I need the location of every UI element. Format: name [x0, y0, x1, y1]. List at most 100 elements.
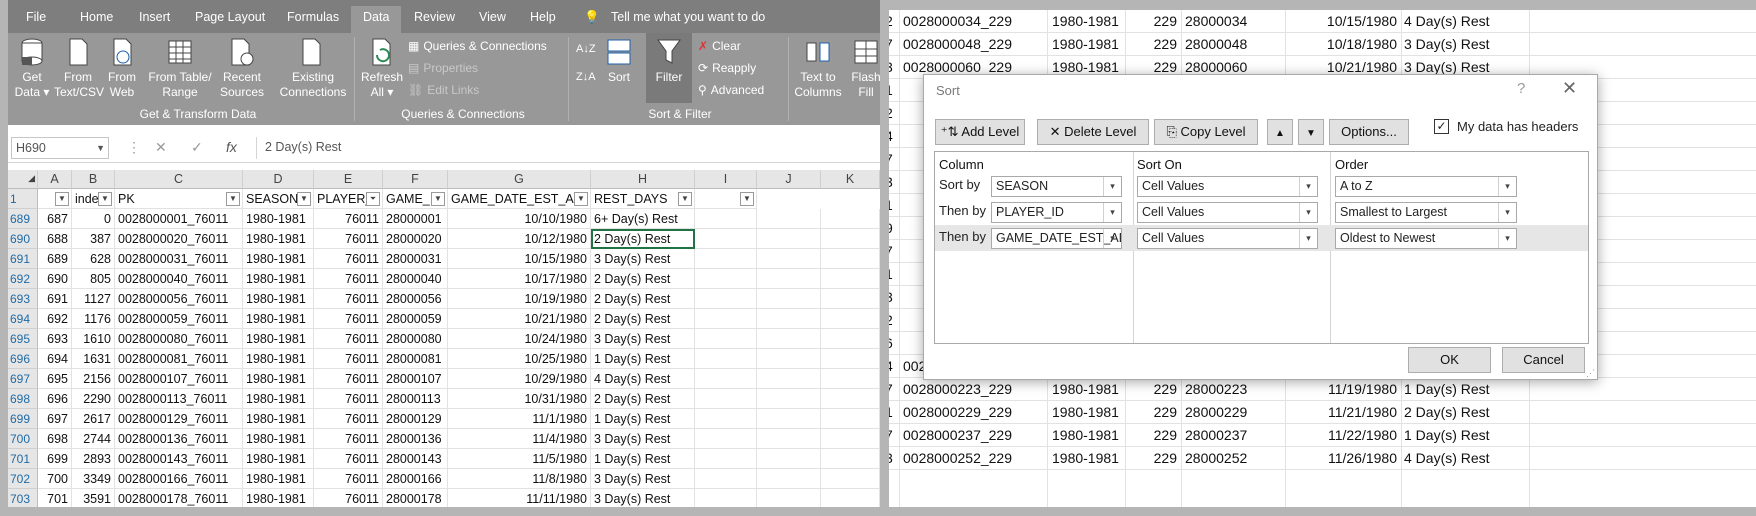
cell-season[interactable]: 1980-1981: [1052, 401, 1119, 424]
cell-h[interactable]: 2 Day(s) Rest: [591, 309, 695, 329]
formula-input[interactable]: 2 Day(s) Rest: [256, 137, 876, 159]
empty-cell[interactable]: [821, 269, 880, 289]
cell-f[interactable]: 28000056: [383, 289, 448, 309]
header-cell-a[interactable]: ▼: [38, 189, 72, 209]
cell-season[interactable]: 1980-1981: [1052, 424, 1119, 447]
cell-f[interactable]: 28000113: [383, 389, 448, 409]
cell-a[interactable]: 687: [38, 209, 72, 229]
tab-home[interactable]: Home: [80, 10, 113, 24]
filter-dropdown-icon[interactable]: ▼: [431, 192, 445, 206]
cell-lead[interactable]: 7: [889, 33, 893, 56]
cell-f[interactable]: 28000059: [383, 309, 448, 329]
tab-formulas[interactable]: Formulas: [287, 10, 339, 24]
cell-a[interactable]: 700: [38, 469, 72, 489]
cell-e[interactable]: 76011: [314, 349, 383, 369]
cell-c[interactable]: 0028000080_76011: [115, 329, 243, 349]
copy-level-button[interactable]: ⎘ Copy Level: [1154, 119, 1258, 145]
cell-lead[interactable]: 3: [889, 286, 893, 309]
existing-connections-button[interactable]: Existing Connections: [278, 37, 348, 100]
header-cell-e[interactable]: PLAYER_ ⏷: [314, 189, 383, 209]
cell-c[interactable]: 0028000166_76011: [115, 469, 243, 489]
column-header-f[interactable]: F: [383, 170, 448, 189]
cell-d[interactable]: 1980-1981: [243, 389, 314, 409]
sort-level-row[interactable]: Then by PLAYER_ID ▾ Cell Values ▾ Smallest…: [935, 199, 1588, 225]
cell-date[interactable]: 10/15/1980: [1327, 10, 1397, 33]
move-down-button[interactable]: ▼: [1298, 119, 1324, 145]
cell-pk[interactable]: 0028000229_229: [903, 401, 1012, 424]
cell-d[interactable]: 1980-1981: [243, 209, 314, 229]
cell-f[interactable]: 28000129: [383, 409, 448, 429]
empty-cell[interactable]: [757, 409, 821, 429]
cell-a[interactable]: 698: [38, 429, 72, 449]
header-cell-d[interactable]: SEASON ▼: [243, 189, 314, 209]
cell-g[interactable]: 11/11/1980: [448, 489, 591, 507]
row-header[interactable]: 1: [8, 189, 38, 209]
empty-cell[interactable]: [757, 329, 821, 349]
row-header[interactable]: 698: [8, 389, 38, 409]
cell-rest[interactable]: 2 Day(s) Rest: [1404, 401, 1490, 424]
cell-d[interactable]: 1980-1981: [243, 369, 314, 389]
cell-lead[interactable]: 4: [889, 355, 893, 378]
cancel-button[interactable]: Cancel: [1502, 347, 1585, 373]
cell-e[interactable]: 76011: [314, 269, 383, 289]
cell-f[interactable]: 28000107: [383, 369, 448, 389]
row-header[interactable]: 699: [8, 409, 38, 429]
cell-e[interactable]: 76011: [314, 449, 383, 469]
row-header[interactable]: 691: [8, 249, 38, 269]
cell-pk[interactable]: 0028000034_229: [903, 10, 1012, 33]
empty-cell[interactable]: [695, 329, 757, 349]
cell-lead[interactable]: 3: [889, 171, 893, 194]
cell-c[interactable]: 0028000136_76011: [115, 429, 243, 449]
cell-c[interactable]: 0028000113_76011: [115, 389, 243, 409]
cell-g[interactable]: 11/8/1980: [448, 469, 591, 489]
empty-cell[interactable]: [757, 449, 821, 469]
cell-lead[interactable]: 1: [889, 79, 893, 102]
tab-insert[interactable]: Insert: [139, 10, 170, 24]
row-header[interactable]: 693: [8, 289, 38, 309]
cell-pk[interactable]: 0028000252_229: [903, 447, 1012, 470]
column-header-k[interactable]: K: [821, 170, 880, 189]
cell-c[interactable]: 0028000107_76011: [115, 369, 243, 389]
from-web-button[interactable]: From Web: [104, 37, 140, 100]
empty-cell[interactable]: [821, 389, 880, 409]
empty-cell[interactable]: [695, 209, 757, 229]
header-cell-i[interactable]: ▼: [695, 189, 757, 209]
cell-g[interactable]: 10/29/1980: [448, 369, 591, 389]
cell-b[interactable]: 2290: [72, 389, 115, 409]
empty-cell[interactable]: [695, 269, 757, 289]
cell-h[interactable]: 2 Day(s) Rest: [591, 389, 695, 409]
cell-b[interactable]: 2744: [72, 429, 115, 449]
close-button[interactable]: ✕: [1562, 78, 1577, 99]
cell-f[interactable]: 28000166: [383, 469, 448, 489]
empty-cell[interactable]: [821, 249, 880, 269]
cell-c[interactable]: 0028000040_76011: [115, 269, 243, 289]
row-header[interactable]: 694: [8, 309, 38, 329]
row-header[interactable]: 700: [8, 429, 38, 449]
cell-lead[interactable]: 1: [889, 194, 893, 217]
cell-h[interactable]: 2 Day(s) Rest: [591, 269, 695, 289]
cell-f[interactable]: 28000081: [383, 349, 448, 369]
cell-h[interactable]: 2 Day(s) Rest: [591, 289, 695, 309]
ok-button[interactable]: OK: [1408, 347, 1491, 373]
cell-b[interactable]: 2617: [72, 409, 115, 429]
empty-cell[interactable]: [695, 229, 757, 249]
empty-cell[interactable]: [821, 329, 880, 349]
cell-e[interactable]: 76011: [314, 309, 383, 329]
empty-cell[interactable]: [821, 289, 880, 309]
header-cell-h[interactable]: REST_DAYS ▼: [591, 189, 695, 209]
empty-cell[interactable]: [695, 349, 757, 369]
cell-f[interactable]: 28000001: [383, 209, 448, 229]
empty-cell[interactable]: [757, 289, 821, 309]
active-cell[interactable]: 2 Day(s) Rest: [591, 229, 695, 249]
cell-e[interactable]: 76011: [314, 369, 383, 389]
row-header[interactable]: 689: [8, 209, 38, 229]
filter-dropdown-icon[interactable]: ▼: [297, 192, 311, 206]
cell-e[interactable]: 76011: [314, 469, 383, 489]
cell-d[interactable]: 1980-1981: [243, 329, 314, 349]
cell-a[interactable]: 694: [38, 349, 72, 369]
cell-h[interactable]: 3 Day(s) Rest: [591, 489, 695, 507]
cell-d[interactable]: 1980-1981: [243, 269, 314, 289]
cell-a[interactable]: 688: [38, 229, 72, 249]
cell-g[interactable]: 11/5/1980: [448, 449, 591, 469]
column-header-b[interactable]: B: [72, 170, 115, 189]
